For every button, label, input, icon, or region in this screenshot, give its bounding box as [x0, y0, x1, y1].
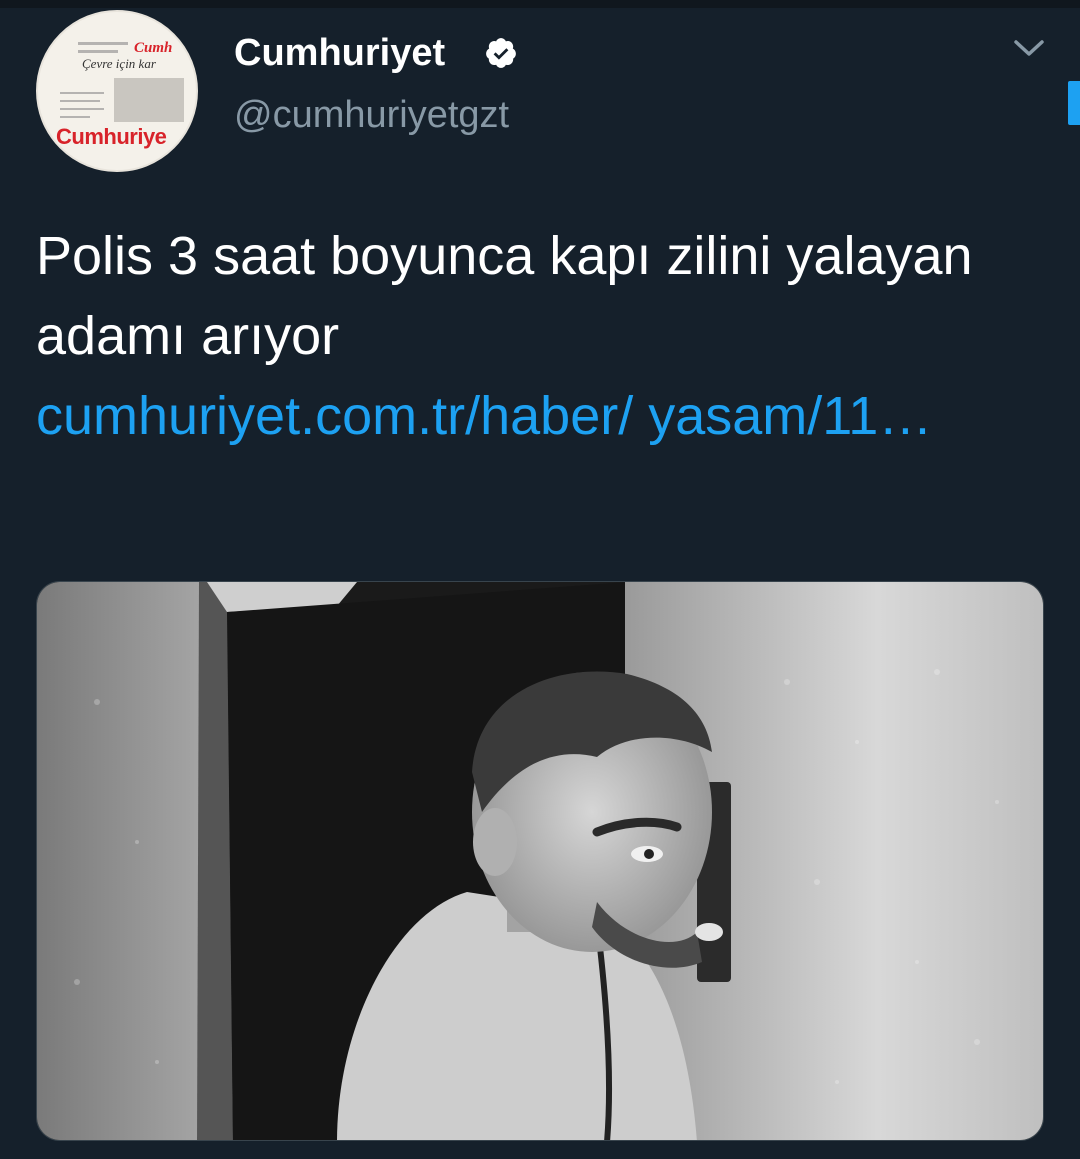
newspaper-line: [60, 108, 104, 110]
newspaper-line: [60, 92, 104, 94]
newspaper-line: [60, 116, 90, 118]
avatar-masthead: Cumh: [134, 40, 173, 56]
tweet-media-image[interactable]: [36, 581, 1044, 1141]
verified-badge-icon: [486, 38, 516, 68]
tweet-link[interactable]: cumhuriyet.com.tr/haber/ yasam/11…: [36, 376, 1036, 456]
avatar-logo: Cumhuriye: [56, 124, 167, 149]
newspaper-line: [60, 100, 100, 102]
author-name[interactable]: Cumhuriyet: [234, 32, 445, 75]
newspaper-photo: [114, 78, 184, 122]
avatar[interactable]: Cumh Çevre için kar Cumhuriye: [36, 10, 198, 172]
scroll-indicator[interactable]: [1068, 81, 1080, 125]
tweet[interactable]: Cumh Çevre için kar Cumhuriye Cumhuriyet…: [0, 8, 1080, 1159]
newspaper-line: [78, 42, 128, 45]
tweet-text: Polis 3 saat boyunca kapı zilini yalayan…: [36, 226, 973, 366]
newspaper-line: [78, 50, 118, 53]
chevron-down-icon[interactable]: [1012, 36, 1046, 60]
avatar-headline: Çevre için kar: [82, 56, 156, 71]
doorbell-camera-photo: [37, 582, 1043, 1140]
author-handle[interactable]: @cumhuriyetgzt: [234, 94, 509, 137]
top-border: [0, 0, 1080, 8]
